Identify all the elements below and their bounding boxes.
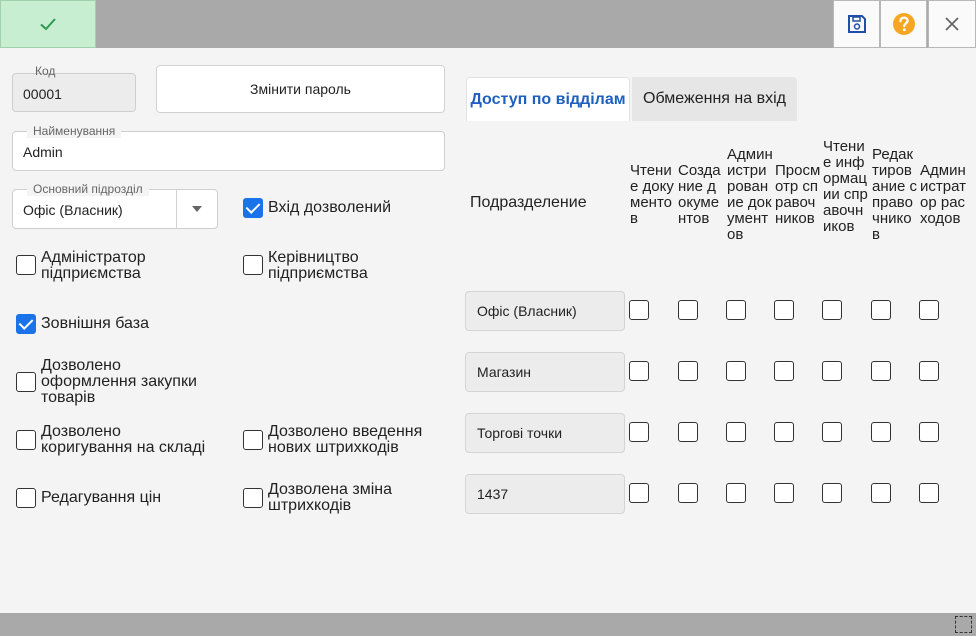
access-checkbox[interactable] — [774, 361, 794, 381]
column-header-read-docs: Чтение документов — [630, 162, 674, 227]
external-base-label: Зовнішня база — [41, 315, 149, 332]
status-bar — [0, 613, 976, 636]
edit-prices-label: Редагування цін — [41, 489, 162, 506]
access-checkbox[interactable] — [678, 422, 698, 442]
column-header-create-docs: Создание документов — [678, 162, 721, 227]
column-header-admin-docs: Администрирование документов — [727, 146, 773, 243]
help-button[interactable] — [880, 0, 927, 48]
code-value: 00001 — [23, 86, 62, 102]
dropdown-button[interactable] — [176, 190, 217, 228]
department-cell: Торгові точки — [465, 413, 625, 453]
main-department-select[interactable]: Основний підрозділ Офіс (Власник) — [12, 182, 218, 229]
resize-handle-icon[interactable] — [955, 616, 972, 633]
help-icon — [892, 13, 915, 35]
chevron-down-icon — [192, 206, 202, 212]
access-checkbox[interactable] — [871, 361, 891, 381]
department-label: Основний підрозділ — [27, 182, 149, 196]
login-allowed-label: Вхід дозволений — [268, 199, 392, 216]
access-checkbox[interactable] — [678, 361, 698, 381]
top-toolbar — [0, 0, 976, 48]
access-checkbox[interactable] — [871, 422, 891, 442]
department-cell: Офіс (Власник) — [465, 291, 625, 331]
name-input[interactable]: Admin — [23, 144, 63, 160]
code-field: Код 00001 — [12, 64, 136, 112]
column-header-expense-admin: Администратор расходов — [920, 162, 966, 227]
save-icon — [847, 15, 866, 33]
column-header-view-refs: Просмотр справочников — [775, 162, 821, 227]
column-header-edit-refs: Редактирование справочников — [872, 146, 918, 243]
purchase-allowed-label: Дозволено оформлення закупки товарів — [41, 357, 197, 406]
access-checkbox[interactable] — [822, 300, 842, 320]
tab-department-access[interactable]: Доступ по відділам — [466, 77, 630, 121]
department-cell: Магазин — [465, 352, 625, 392]
change-password-button[interactable]: Змінити пароль — [156, 65, 445, 113]
access-checkbox[interactable] — [678, 300, 698, 320]
save-button[interactable] — [833, 0, 880, 48]
access-checkbox[interactable] — [774, 483, 794, 503]
access-checkbox[interactable] — [871, 483, 891, 503]
access-checkbox[interactable] — [822, 361, 842, 381]
access-checkbox[interactable] — [822, 422, 842, 442]
barcode-change-checkbox[interactable] — [243, 488, 263, 508]
access-checkbox[interactable] — [678, 483, 698, 503]
access-checkbox[interactable] — [726, 422, 746, 442]
enterprise-admin-label: Адміністратор підприємства — [41, 249, 146, 282]
access-checkbox[interactable] — [629, 300, 649, 320]
access-checkbox[interactable] — [726, 361, 746, 381]
warehouse-correction-label: Дозволено коригування на складі — [41, 423, 206, 456]
access-checkbox[interactable] — [774, 422, 794, 442]
new-barcodes-checkbox[interactable] — [243, 430, 263, 450]
check-icon — [40, 18, 56, 31]
warehouse-correction-checkbox[interactable] — [16, 430, 36, 450]
access-checkbox[interactable] — [919, 483, 939, 503]
access-checkbox[interactable] — [822, 483, 842, 503]
access-checkbox[interactable] — [629, 483, 649, 503]
access-checkbox[interactable] — [919, 300, 939, 320]
purchase-allowed-checkbox[interactable] — [16, 372, 36, 392]
department-value: Офіс (Власник) — [23, 202, 123, 218]
department-cell: 1437 — [465, 474, 625, 514]
name-field[interactable]: Найменування Admin — [12, 124, 445, 171]
confirm-button[interactable] — [0, 0, 96, 48]
access-checkbox[interactable] — [919, 422, 939, 442]
enterprise-admin-checkbox[interactable] — [16, 255, 36, 275]
department-column-header: Подразделение — [470, 194, 587, 211]
enterprise-management-label: Керівництво підприємства — [268, 249, 368, 282]
access-checkbox[interactable] — [919, 361, 939, 381]
access-checkbox[interactable] — [726, 300, 746, 320]
barcode-change-label: Дозволена зміна штрихкодів — [268, 481, 392, 514]
code-label: Код — [35, 64, 56, 78]
column-header-read-refs: Чтение информации справочников — [823, 138, 868, 235]
access-checkbox[interactable] — [629, 422, 649, 442]
close-icon — [945, 17, 959, 31]
new-barcodes-label: Дозволено введення нових штрихкодів — [268, 423, 423, 456]
enterprise-management-checkbox[interactable] — [243, 255, 263, 275]
edit-prices-checkbox[interactable] — [16, 488, 36, 508]
tab-login-restrictions[interactable]: Обмеження на вхід — [632, 77, 797, 121]
name-label: Найменування — [27, 124, 122, 138]
access-checkbox[interactable] — [871, 300, 891, 320]
external-base-checkbox[interactable] — [16, 314, 36, 334]
access-checkbox[interactable] — [726, 483, 746, 503]
login-allowed-checkbox[interactable] — [243, 198, 263, 218]
access-checkbox[interactable] — [629, 361, 649, 381]
access-checkbox[interactable] — [774, 300, 794, 320]
close-button[interactable] — [928, 0, 976, 48]
